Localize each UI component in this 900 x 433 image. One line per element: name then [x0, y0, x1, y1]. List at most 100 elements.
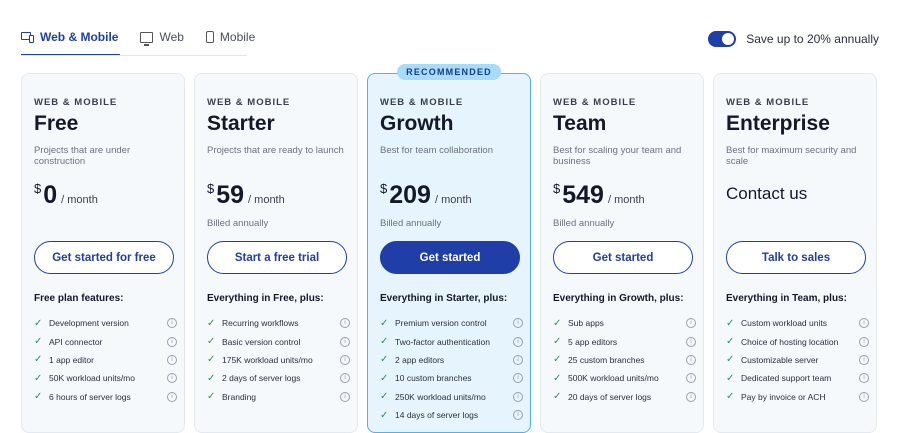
feature-label: 500K workload units/mo	[568, 373, 659, 384]
feature-label: Premium version control	[395, 318, 487, 329]
info-icon[interactable]: i	[686, 373, 696, 384]
info-icon[interactable]: i	[686, 354, 696, 365]
info-icon[interactable]: i	[686, 391, 696, 402]
feature-item: ✓ Branding i	[207, 388, 352, 406]
feature-list: ✓ Premium version control i ✓ Two-factor aut…	[380, 314, 525, 424]
features-heading: Everything in Growth, plus:	[553, 293, 684, 304]
monitor-icon	[140, 31, 154, 46]
feature-label: Branding	[222, 391, 257, 402]
tab-web-and-mobile[interactable]: Web & Mobile	[21, 26, 121, 56]
info-icon[interactable]: i	[340, 354, 350, 365]
feature-label: 25 custom branches	[568, 354, 645, 365]
feature-label: 175K workload units/mo	[222, 354, 313, 365]
plan-category: WEB & MOBILE	[726, 97, 810, 108]
price-period: / month	[61, 194, 98, 206]
feature-item: ✓ Premium version control i	[380, 314, 525, 332]
feature-item: ✓ Basic version control i	[207, 332, 352, 350]
feature-list: ✓ Development version i ✓ API connector i ✓ 1 a…	[34, 314, 179, 406]
billed-annually-note: Billed annually	[380, 218, 442, 229]
plan-cta-button[interactable]: Talk to sales	[726, 241, 866, 274]
tab-web[interactable]: Web	[140, 26, 184, 48]
check-icon: ✓	[207, 336, 216, 348]
feature-item: ✓ API connector i	[34, 332, 179, 350]
feature-item: ✓ Sub apps i	[553, 314, 698, 332]
feature-label: 2 days of server logs	[222, 373, 301, 384]
feature-label: Sub apps	[568, 318, 604, 329]
check-icon: ✓	[553, 391, 562, 403]
plan-description: Best for scaling your team and business	[553, 145, 682, 167]
info-icon[interactable]: i	[686, 318, 696, 329]
check-icon: ✓	[34, 317, 43, 329]
price-amount: 209	[389, 181, 431, 209]
info-icon[interactable]: i	[513, 318, 523, 329]
tab-mobile[interactable]: Mobile	[205, 26, 255, 48]
check-icon: ✓	[207, 391, 216, 403]
plan-description: Projects that are under construction	[34, 145, 131, 167]
info-icon[interactable]: i	[513, 391, 523, 402]
platform-tabs: Web & Mobile Web Mobile	[21, 26, 255, 56]
tab-label: Web	[159, 30, 184, 44]
plan-category: WEB & MOBILE	[380, 97, 464, 108]
plan-card-team: WEB & MOBILE Team Best for scaling your …	[540, 73, 704, 433]
info-icon[interactable]: i	[167, 354, 177, 365]
check-icon: ✓	[34, 354, 43, 366]
feature-label: 5 app editors	[568, 336, 618, 347]
plan-category: WEB & MOBILE	[34, 97, 118, 108]
plan-name: Growth	[380, 112, 454, 135]
feature-label: Development version	[49, 318, 129, 329]
check-icon: ✓	[380, 354, 389, 366]
info-icon[interactable]: i	[340, 391, 350, 402]
info-icon[interactable]: i	[167, 336, 177, 347]
feature-item: ✓ 10 custom branches i	[380, 369, 525, 387]
feature-label: 50K workload units/mo	[49, 373, 135, 384]
tab-label: Web & Mobile	[40, 30, 119, 44]
feature-label: Dedicated support team	[741, 373, 832, 384]
feature-label: Basic version control	[222, 336, 301, 347]
features-heading: Everything in Team, plus:	[726, 293, 847, 304]
check-icon: ✓	[34, 391, 43, 403]
info-icon[interactable]: i	[340, 373, 350, 384]
check-icon: ✓	[207, 317, 216, 329]
plan-cta-button[interactable]: Get started	[553, 241, 693, 274]
feature-label: Recurring workflows	[222, 318, 299, 329]
feature-item: ✓ Development version i	[34, 314, 179, 332]
info-icon[interactable]: i	[859, 391, 869, 402]
feature-item: ✓ 6 hours of server logs i	[34, 388, 179, 406]
plan-card-starter: WEB & MOBILE Starter Projects that are r…	[194, 73, 358, 433]
info-icon[interactable]: i	[513, 354, 523, 365]
info-icon[interactable]: i	[686, 336, 696, 347]
info-icon[interactable]: i	[859, 373, 869, 384]
tabs-divider	[21, 55, 247, 56]
billing-toggle-group: Save up to 20% annually	[708, 31, 879, 47]
feature-label: API connector	[49, 336, 103, 347]
price-currency: $	[207, 181, 215, 196]
info-icon[interactable]: i	[859, 354, 869, 365]
plan-cta-button[interactable]: Get started	[380, 241, 520, 274]
info-icon[interactable]: i	[513, 336, 523, 347]
feature-item: ✓ 250K workload units/mo i	[380, 388, 525, 406]
info-icon[interactable]: i	[167, 318, 177, 329]
devices-icon	[21, 32, 34, 43]
plan-cta-button[interactable]: Start a free trial	[207, 241, 347, 274]
feature-item: ✓ 5 app editors i	[553, 332, 698, 350]
info-icon[interactable]: i	[167, 391, 177, 402]
plan-cta-button[interactable]: Get started for free	[34, 241, 174, 274]
info-icon[interactable]: i	[167, 373, 177, 384]
feature-item: ✓ Pay by invoice or ACH i	[726, 388, 871, 406]
info-icon[interactable]: i	[340, 318, 350, 329]
phone-icon	[205, 31, 214, 43]
check-icon: ✓	[207, 354, 216, 366]
price-period: / month	[607, 194, 645, 206]
feature-label: Pay by invoice or ACH	[741, 391, 826, 402]
info-icon[interactable]: i	[340, 336, 350, 347]
info-icon[interactable]: i	[859, 318, 869, 329]
feature-item: ✓ Two-factor authentication i	[380, 332, 525, 350]
plan-name: Free	[34, 112, 79, 135]
plan-price: $ 549 / month	[553, 181, 645, 210]
info-icon[interactable]: i	[859, 336, 869, 347]
feature-label: Two-factor authentication	[395, 336, 490, 347]
info-icon[interactable]: i	[513, 373, 523, 384]
feature-label: 6 hours of server logs	[49, 391, 131, 402]
feature-item: ✓ 20 days of server logs i	[553, 388, 698, 406]
annual-billing-toggle[interactable]	[708, 31, 737, 47]
